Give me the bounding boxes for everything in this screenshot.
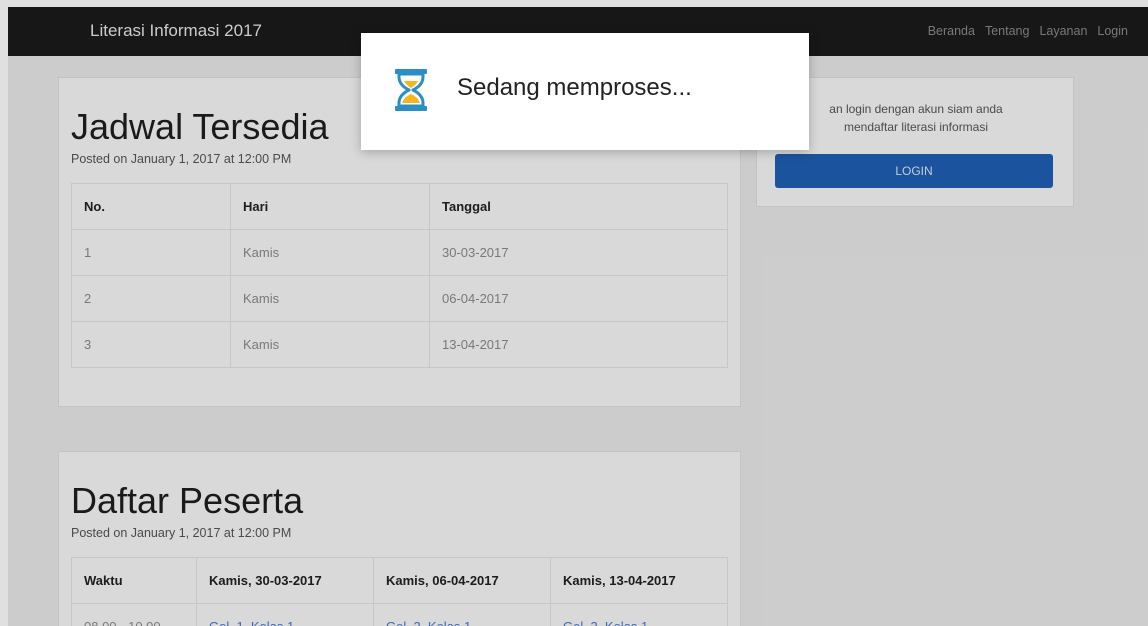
hourglass-icon [395, 69, 427, 111]
processing-modal: Sedang memproses... [361, 33, 809, 150]
processing-message: Sedang memproses... [457, 74, 692, 101]
